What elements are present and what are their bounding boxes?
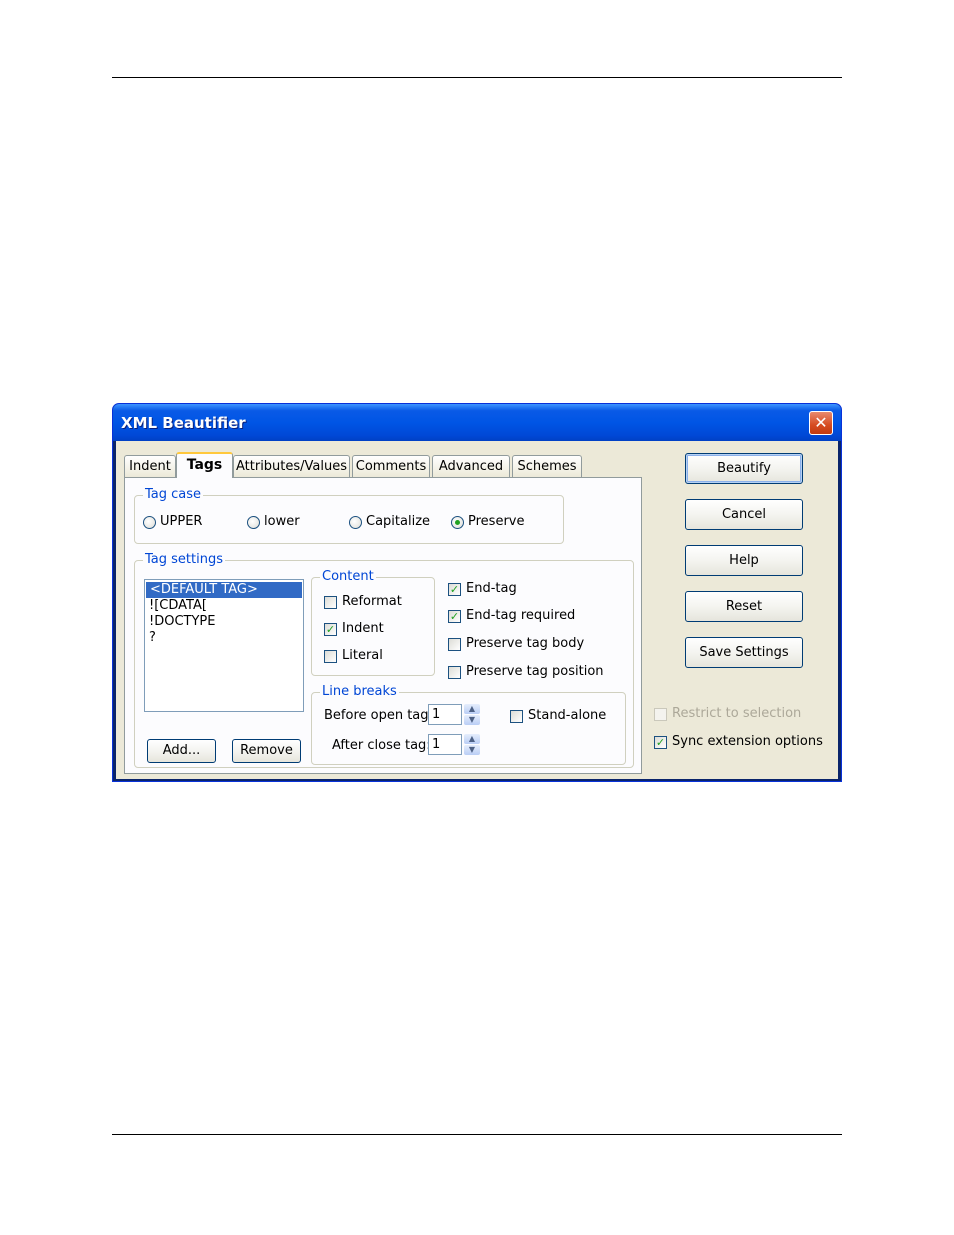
reformat-label: Reformat <box>342 594 402 609</box>
content-legend: Content <box>320 569 376 585</box>
checkbox-icon[interactable] <box>324 649 337 663</box>
cancel-button[interactable]: Cancel <box>685 499 803 530</box>
checkbox-sync-extension-options[interactable]: ✓ Sync extension options <box>654 734 823 750</box>
radio-button-selected-icon[interactable] <box>451 515 464 529</box>
save-settings-button[interactable]: Save Settings <box>685 637 803 668</box>
radio-lower-label: lower <box>264 514 300 529</box>
checkbox-reformat[interactable]: Reformat <box>324 594 402 610</box>
checkmark-icon[interactable]: ✓ <box>654 735 667 749</box>
checkbox-restrict-to-selection: Restrict to selection <box>654 706 801 722</box>
footer-rule <box>112 1134 842 1135</box>
checkbox-icon[interactable] <box>510 709 523 723</box>
checkbox-indent[interactable]: ✓ Indent <box>324 621 384 637</box>
literal-label: Literal <box>342 648 383 663</box>
before-open-tag-input[interactable]: 1 <box>428 704 462 725</box>
after-close-tag-label: After close tag: <box>332 738 431 753</box>
dialog-client-area: Indent Tags Attributes/Values Comments A… <box>116 441 838 779</box>
checkbox-preserve-tag-position[interactable]: Preserve tag position <box>448 664 604 680</box>
checkmark-icon[interactable]: ✓ <box>448 582 461 596</box>
radio-capitalize[interactable]: Capitalize <box>349 514 430 530</box>
preserve-tag-body-label: Preserve tag body <box>466 636 585 651</box>
after-close-tag-spinner[interactable]: ▲ ▼ <box>464 734 480 755</box>
sync-extension-options-label: Sync extension options <box>672 734 823 749</box>
spin-up-icon[interactable]: ▲ <box>464 734 480 744</box>
help-button[interactable]: Help <box>685 545 803 576</box>
close-icon: ✕ <box>814 413 828 432</box>
tab-attributes-values[interactable]: Attributes/Values <box>233 455 350 477</box>
list-item[interactable]: ? <box>145 630 303 646</box>
radio-lower[interactable]: lower <box>247 514 300 530</box>
checkbox-icon <box>654 707 667 721</box>
tab-advanced[interactable]: Advanced <box>432 455 510 477</box>
beautify-button[interactable]: Beautify <box>685 453 803 484</box>
checkbox-literal[interactable]: Literal <box>324 648 383 664</box>
radio-preserve-label: Preserve <box>468 514 525 529</box>
list-item[interactable]: !DOCTYPE <box>145 614 303 630</box>
list-item[interactable]: <DEFAULT TAG> <box>146 582 302 598</box>
tag-listbox[interactable]: <DEFAULT TAG> ![CDATA[ !DOCTYPE ? <box>144 579 304 712</box>
tab-schemes[interactable]: Schemes <box>512 455 582 477</box>
spin-up-icon[interactable]: ▲ <box>464 704 480 714</box>
window-title: XML Beautifier <box>121 414 246 432</box>
tag-case-legend: Tag case <box>143 487 204 503</box>
radio-button-icon[interactable] <box>349 515 362 529</box>
after-close-tag-input[interactable]: 1 <box>428 734 462 755</box>
spin-down-icon[interactable]: ▼ <box>464 745 480 755</box>
checkbox-icon[interactable] <box>324 595 337 609</box>
add-tag-button[interactable]: Add... <box>147 739 216 763</box>
title-bar[interactable]: XML Beautifier ✕ <box>113 404 841 441</box>
radio-preserve[interactable]: Preserve <box>451 514 524 530</box>
radio-button-icon[interactable] <box>247 515 260 529</box>
checkmark-icon[interactable]: ✓ <box>448 609 461 623</box>
tab-indent[interactable]: Indent <box>124 455 176 477</box>
indent-label: Indent <box>342 621 384 636</box>
tab-tags[interactable]: Tags <box>176 452 233 478</box>
end-tag-required-label: End-tag required <box>466 608 576 623</box>
checkbox-icon[interactable] <box>448 665 461 679</box>
reset-button[interactable]: Reset <box>685 591 803 622</box>
checkbox-stand-alone[interactable]: Stand-alone <box>510 708 606 724</box>
restrict-to-selection-label: Restrict to selection <box>672 706 802 721</box>
radio-upper-label: UPPER <box>160 514 203 529</box>
checkmark-icon[interactable]: ✓ <box>324 622 337 636</box>
spin-down-icon[interactable]: ▼ <box>464 715 480 725</box>
content-group: Content Reformat ✓ Indent Literal <box>311 569 435 676</box>
line-breaks-legend: Line breaks <box>320 684 399 700</box>
close-button[interactable]: ✕ <box>809 411 833 435</box>
before-open-tag-spinner[interactable]: ▲ ▼ <box>464 704 480 725</box>
checkbox-end-tag[interactable]: ✓ End-tag <box>448 581 517 597</box>
preserve-tag-position-label: Preserve tag position <box>466 664 604 679</box>
list-item[interactable]: ![CDATA[ <box>145 598 303 614</box>
radio-upper[interactable]: UPPER <box>143 514 202 530</box>
tag-settings-group: Tag settings <DEFAULT TAG> ![CDATA[ !DOC… <box>134 552 634 768</box>
radio-capitalize-label: Capitalize <box>366 514 431 529</box>
xml-beautifier-dialog: XML Beautifier ✕ Indent Tags Attributes/… <box>112 403 842 782</box>
checkbox-end-tag-required[interactable]: ✓ End-tag required <box>448 608 575 624</box>
tags-tab-panel: Tag case UPPER lower Capitalize Preserve… <box>124 477 642 774</box>
radio-button-icon[interactable] <box>143 515 156 529</box>
checkbox-icon[interactable] <box>448 637 461 651</box>
line-breaks-group: Line breaks Before open tag: 1 ▲ ▼ After… <box>311 684 626 765</box>
before-open-tag-label: Before open tag: <box>324 708 433 723</box>
stand-alone-label: Stand-alone <box>528 708 607 723</box>
tag-settings-legend: Tag settings <box>143 552 225 568</box>
checkbox-preserve-tag-body[interactable]: Preserve tag body <box>448 636 584 652</box>
tag-case-group: Tag case UPPER lower Capitalize Preserve <box>134 487 564 544</box>
end-tag-label: End-tag <box>466 581 517 596</box>
tab-comments[interactable]: Comments <box>352 455 430 477</box>
remove-tag-button[interactable]: Remove <box>232 739 301 763</box>
header-rule <box>112 77 842 78</box>
